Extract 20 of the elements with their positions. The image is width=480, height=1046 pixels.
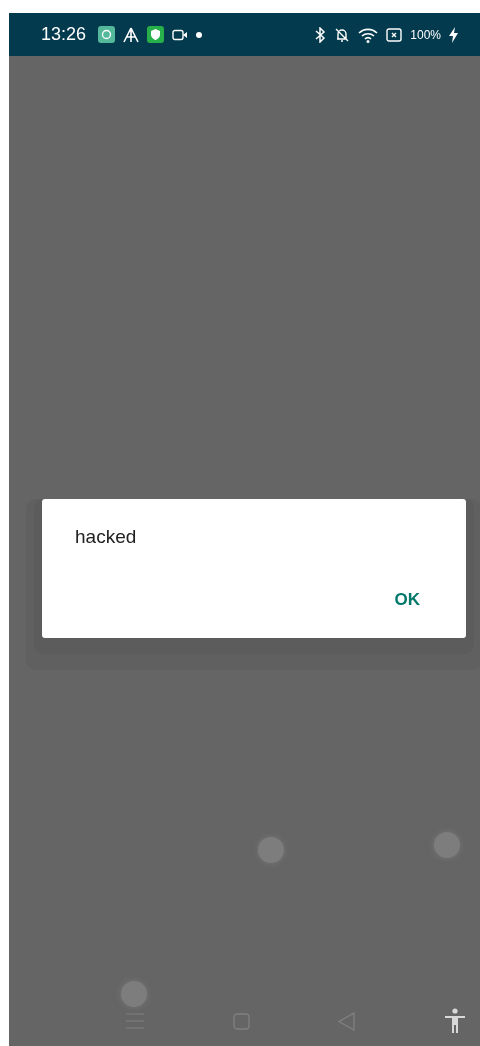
touch-dot (434, 832, 460, 858)
triangle-logo-icon (123, 26, 140, 43)
upload-app-icon (98, 26, 116, 43)
dot-icon (196, 31, 203, 38)
screen-cast-icon (386, 27, 403, 42)
video-camera-icon (172, 28, 189, 41)
wifi-icon (358, 26, 379, 43)
touch-dot (258, 837, 284, 863)
dialog-message: hacked (75, 526, 138, 548)
shield-app-icon (147, 26, 165, 43)
touch-dot (121, 981, 147, 1007)
bluetooth-icon (314, 26, 327, 43)
charging-bolt-icon (449, 26, 458, 43)
ok-button[interactable]: OK (394, 584, 420, 616)
home-square-icon[interactable] (232, 1012, 250, 1030)
status-time: 13:26 (41, 24, 87, 45)
back-triangle-icon[interactable] (338, 1011, 356, 1031)
muted-bell-icon (334, 26, 351, 43)
battery-percent: 100% (410, 27, 441, 42)
accessibility-icon[interactable] (444, 1008, 466, 1034)
